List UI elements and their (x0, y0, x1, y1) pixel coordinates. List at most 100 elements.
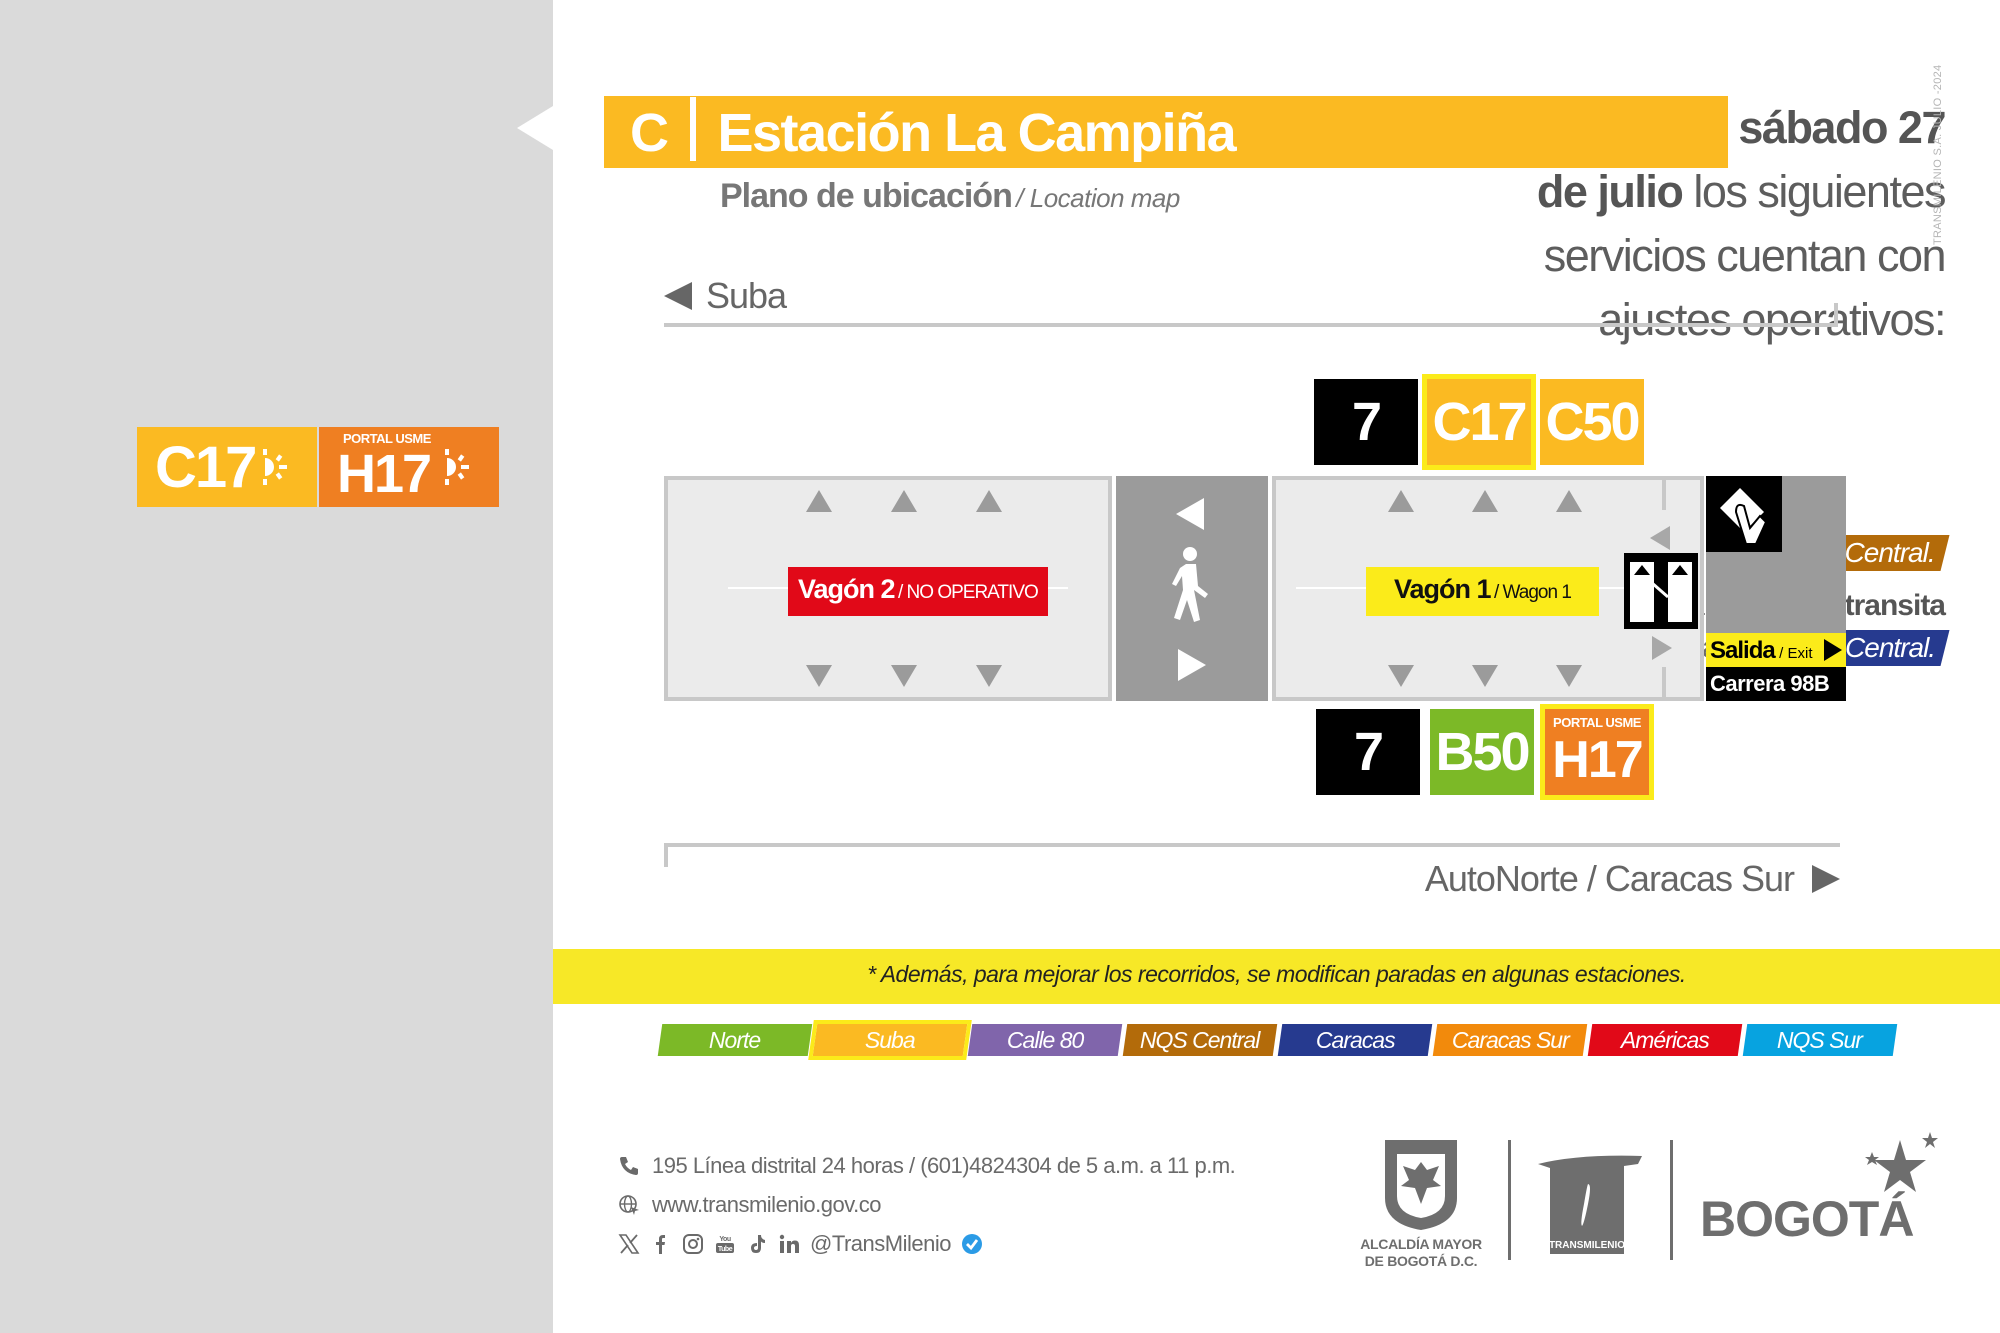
route-square-h17: PORTAL USME H17 (1540, 704, 1654, 800)
route-code: C50 (1545, 392, 1640, 452)
wagon-status: / NO OPERATIVO (897, 582, 1039, 603)
station-letter: C (630, 103, 669, 163)
phone-icon (620, 1157, 638, 1175)
station-title: C Estación La Campiña (630, 96, 1237, 169)
title-separator (689, 96, 696, 161)
intro-date: sábado 27 (1738, 102, 1946, 153)
footer-logos: ALCALDÍA MAYOR DE BOGOTÁ D.C. TRANSMILEN… (1360, 1130, 1960, 1270)
intro-month: de julio (1536, 166, 1684, 217)
door-arrow-up-icon (891, 490, 917, 512)
turnstile-icon (1624, 553, 1698, 629)
arrow-left-icon (664, 282, 692, 310)
wagon-2-label: Vagón 2 / NO OPERATIVO (788, 567, 1048, 616)
route-square-7-north: 7 (1314, 379, 1418, 465)
social-handle[interactable]: @TransMilenio (810, 1231, 951, 1257)
copyright-watermark: TRANSMILENIO S.A. JULIO -2024 (1932, 64, 1944, 245)
pedestrian-walkway (1116, 476, 1268, 701)
legend-item-caracas-sur: Caracas Sur (1432, 1024, 1588, 1056)
website-link[interactable]: www.transmilenio.gov.co (652, 1192, 881, 1218)
wagon-2: Vagón 2 / NO OPERATIVO (664, 476, 1112, 701)
door-arrow-down-icon (806, 665, 832, 687)
legend-item-caracas: Caracas (1277, 1024, 1433, 1056)
legend-label: Américas (1621, 1026, 1709, 1053)
legend-label: NQS Central (1140, 1026, 1260, 1053)
svg-text:Tube: Tube (718, 1246, 733, 1253)
stars-icon (1865, 1132, 1938, 1192)
footer-phone: 195 Línea distrital 24 horas / (601)4824… (618, 1153, 1236, 1179)
affected-route-badge: C17 (137, 427, 317, 507)
door-arrow-up-icon (976, 490, 1002, 512)
footer-social: You Tube @TransMilenio (618, 1231, 983, 1257)
direction-label: AutoNorte / Caracas Sur (1424, 858, 1795, 899)
arrow-left-icon (1650, 526, 1670, 550)
legend-item-nqs-central: NQS Central (1122, 1024, 1278, 1056)
exit-street: Carrera 98B (1706, 667, 1846, 701)
tiktok-icon[interactable] (746, 1233, 768, 1255)
facebook-icon[interactable] (650, 1233, 672, 1255)
wagon-name: Vagón 2 (798, 574, 896, 604)
wagon-1-label: Vagón 1 / Wagon 1 (1366, 567, 1599, 616)
route-code: H17 (337, 444, 432, 504)
legend-item-suba: Suba (808, 1020, 972, 1060)
svg-text:You: You (719, 1236, 730, 1243)
transmilenio-logo-icon: TRANSMILENIO (1538, 1155, 1642, 1254)
left-info-panel (0, 0, 553, 1333)
arrow-right-icon (1812, 865, 1840, 893)
station-name: Estación La Campiña (717, 103, 1237, 163)
legend-label: Calle 80 (1006, 1026, 1084, 1053)
footer-website[interactable]: www.transmilenio.gov.co (618, 1192, 881, 1218)
door-arrow-down-icon (976, 665, 1002, 687)
door-arrow-up-icon (806, 490, 832, 512)
legend-label: Suba (865, 1026, 915, 1053)
alcaldia-logo-text: ALCALDÍA MAYOR DE BOGOTÁ D.C. (1360, 1236, 1482, 1270)
alcaldia-line1: ALCALDÍA MAYOR (1360, 1236, 1482, 1252)
smart-card-payment-icon (1706, 476, 1782, 552)
legend-item-calle-80: Calle 80 (967, 1024, 1123, 1056)
legend-item-americas: Américas (1587, 1024, 1743, 1056)
legend-item-nqs-sur: NQS Sur (1742, 1024, 1898, 1056)
route-square-b50: B50 (1430, 709, 1534, 795)
route-code: C17 (155, 435, 257, 500)
transmilenio-wordmark: TRANSMILENIO (1549, 1240, 1625, 1251)
notice-text: * Además, para mejorar los recorridos, s… (867, 961, 1686, 987)
rail-line-cap (1834, 303, 1838, 327)
route-code: C17 (1432, 392, 1527, 452)
door-arrow-down-icon (891, 665, 917, 687)
station-title-bar: C Estación La Campiña (604, 96, 1728, 168)
youtube-icon[interactable]: You Tube (714, 1233, 736, 1255)
map-subtitle: Plano de ubicación / Location map (720, 177, 1180, 216)
wagon-status: / Wagon 1 (1493, 582, 1572, 603)
gate-line (1662, 480, 1666, 510)
pedestrian-icon (1172, 547, 1208, 622)
exit-text: Salida (1710, 637, 1776, 664)
exit-label: Salida / Exit (1706, 633, 1846, 667)
route-code: 7 (1351, 392, 1382, 452)
rail-line-cap (664, 843, 668, 867)
direction-north: Suba (664, 275, 787, 317)
legend-label: NQS Sur (1777, 1026, 1863, 1053)
legend-item-norte: Norte (657, 1024, 813, 1056)
linkedin-icon[interactable] (778, 1233, 800, 1255)
instagram-icon[interactable] (682, 1233, 704, 1255)
direction-south: AutoNorte / Caracas Sur (1425, 858, 1840, 900)
legend-label: Norte (709, 1026, 761, 1053)
phone-text: 195 Línea distrital 24 horas / (601)4824… (652, 1153, 1236, 1178)
route-square-c50: C50 (1540, 379, 1644, 465)
x-icon[interactable] (618, 1233, 640, 1255)
exit-text-en: / Exit (1779, 645, 1813, 662)
alcaldia-coat-of-arms-icon (1385, 1140, 1457, 1230)
legend-label: Caracas (1315, 1026, 1395, 1053)
arrow-right-icon (1824, 639, 1842, 661)
rail-line (664, 843, 1840, 847)
door-arrow-down-icon (1556, 665, 1582, 687)
door-arrow-down-icon (1388, 665, 1414, 687)
door-arrow-up-icon (1472, 490, 1498, 512)
direction-label: Suba (706, 275, 787, 316)
rail-line (664, 323, 1838, 327)
gate-line (1662, 667, 1666, 697)
route-code: 7 (1353, 722, 1384, 782)
wagon-name: Vagón 1 (1394, 574, 1492, 604)
verified-badge-icon (961, 1234, 982, 1254)
sun-icon (445, 449, 469, 485)
globe-icon (619, 1195, 639, 1215)
